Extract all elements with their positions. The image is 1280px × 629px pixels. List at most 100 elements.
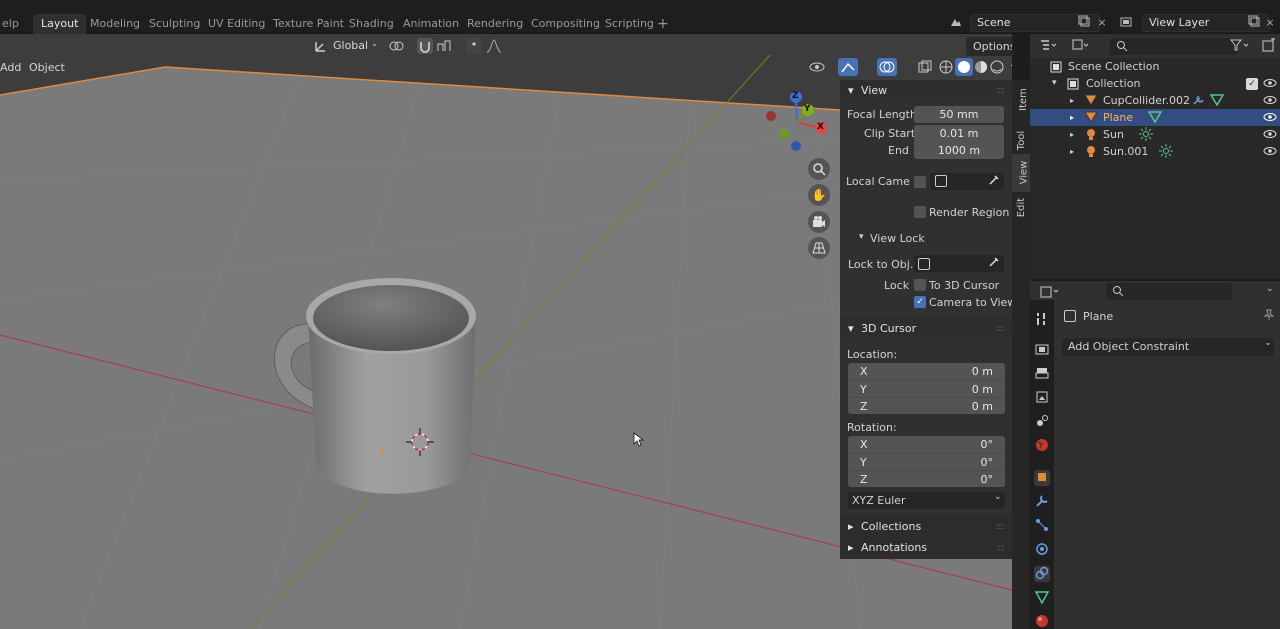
to-3d-cursor-checkbox[interactable] (914, 279, 926, 291)
location-x-field[interactable]: X 0 m (848, 363, 1005, 380)
add-workspace-button[interactable]: + (657, 14, 669, 34)
proportional-edit-icon[interactable]: • (466, 38, 482, 54)
shading-options-chevron-icon[interactable]: ⌄ (1009, 60, 1012, 70)
eyedropper-icon[interactable] (988, 174, 1000, 189)
outliner-item-sun[interactable]: ▸ Sun (1030, 126, 1280, 143)
object-properties-icon[interactable] (1034, 470, 1050, 486)
display-mode-icon[interactable] (1072, 39, 1090, 54)
particle-properties-icon[interactable] (1034, 518, 1050, 534)
visibility-eye-icon[interactable] (809, 60, 827, 77)
world-properties-icon[interactable] (1034, 438, 1050, 454)
rotation-z-field[interactable]: Z 0° (848, 470, 1005, 487)
location-y-field[interactable]: Y 0 m (848, 380, 1005, 397)
tab-texture-paint[interactable]: Texture Paint (265, 14, 352, 34)
material-shading-icon[interactable] (974, 60, 988, 77)
drag-handle-icon[interactable]: :::: (996, 80, 1005, 102)
gizmo-toggle-icon[interactable] (838, 58, 858, 76)
modifier-properties-icon[interactable] (1034, 494, 1050, 510)
render-region-checkbox[interactable] (914, 206, 926, 218)
local-camera-checkbox[interactable] (914, 176, 926, 188)
3d-cursor-section-header[interactable]: ▾ 3D Cursor :::: (840, 318, 1012, 340)
chevron-right-icon[interactable]: ▸ (1070, 126, 1074, 143)
camera-to-view-checkbox[interactable]: ✓ (914, 296, 926, 308)
tab-shading[interactable]: Shading (341, 14, 402, 34)
outliner-item-plane[interactable]: ▸ Plane (1030, 109, 1280, 126)
tab-sculpting[interactable]: Sculpting (141, 14, 208, 34)
new-collection-icon[interactable] (1262, 37, 1276, 55)
new-view-layer-icon[interactable] (1246, 15, 1262, 31)
filter-icon[interactable] (1229, 39, 1250, 54)
drag-handle-icon[interactable]: :::: (996, 318, 1005, 340)
eyedropper-icon[interactable] (988, 256, 1000, 271)
exclude-checkbox[interactable]: ✓ (1246, 78, 1258, 90)
chevron-down-icon[interactable]: ⌄ (1266, 284, 1274, 294)
zoom-icon[interactable] (808, 158, 830, 180)
xray-toggle-icon[interactable] (918, 60, 932, 77)
view-section-header[interactable]: ▾ View :::: (840, 80, 1012, 102)
chevron-right-icon[interactable]: ▸ (1070, 92, 1074, 109)
chevron-down-icon[interactable]: ▾ (1052, 75, 1057, 92)
rotation-y-field[interactable]: Y 0° (848, 453, 1005, 470)
outliner-scene-collection[interactable]: Scene Collection (1030, 58, 1280, 75)
tab-item[interactable]: Item (1012, 80, 1030, 120)
tab-modeling[interactable]: Modeling (82, 14, 148, 34)
collections-section-header[interactable]: ▸ Collections :::: (840, 516, 1012, 538)
scene-icon[interactable] (948, 15, 964, 31)
tool-properties-icon[interactable] (1034, 312, 1050, 328)
output-properties-icon[interactable] (1034, 366, 1050, 382)
orientation-dropdown[interactable]: Global ⌄ (333, 39, 381, 52)
render-properties-icon[interactable] (1034, 342, 1050, 358)
tab-layout[interactable]: Layout (33, 14, 87, 34)
solid-shading-icon[interactable] (955, 58, 973, 76)
gizmo-x-label[interactable]: X (817, 122, 824, 132)
rotation-mode-dropdown[interactable]: XYZ Euler ⌄ (848, 492, 1005, 509)
scene-properties-icon[interactable] (1034, 414, 1050, 430)
drag-handle-icon[interactable]: :::: (996, 537, 1005, 559)
properties-search-input[interactable] (1106, 283, 1232, 300)
tab-view[interactable]: View (1012, 154, 1030, 192)
rendered-shading-icon[interactable] (990, 60, 1004, 77)
outliner-collection[interactable]: ▾ Collection ✓ (1030, 75, 1280, 92)
outliner-item-sun-001[interactable]: ▸ Sun.001 (1030, 143, 1280, 160)
camera-view-icon[interactable] (808, 211, 830, 233)
tab-compositing[interactable]: Compositing (523, 14, 608, 34)
add-object-constraint-dropdown[interactable]: Add Object Constraint ⌄ (1062, 338, 1274, 356)
clip-start-field[interactable]: 0.01 m (914, 125, 1004, 142)
view-lock-title[interactable]: View Lock (870, 232, 925, 245)
object-menu[interactable]: Object (29, 61, 65, 74)
tab-scripting[interactable]: Scripting (597, 14, 662, 34)
close-view-layer-icon[interactable]: × (1262, 15, 1278, 31)
tab-animation[interactable]: Animation (395, 14, 467, 34)
chevron-down-icon[interactable]: ▾ (859, 232, 864, 242)
physics-properties-icon[interactable] (1034, 542, 1050, 558)
constraint-properties-icon[interactable] (1034, 566, 1050, 582)
chevron-right-icon[interactable]: ▸ (1070, 143, 1074, 160)
tab-uv-editing[interactable]: UV Editing (200, 14, 273, 34)
falloff-curve-icon[interactable] (486, 39, 502, 56)
mesh-data-properties-icon[interactable] (1034, 590, 1050, 606)
pivot-point-icon[interactable] (388, 39, 408, 56)
rotation-x-field[interactable]: X 0° (848, 436, 1005, 453)
material-properties-icon[interactable] (1034, 614, 1050, 629)
tab-edit[interactable]: Edit (1012, 192, 1030, 224)
help-menu[interactable]: elp (0, 14, 27, 34)
options-dropdown[interactable]: Options (966, 37, 1012, 56)
eye-icon[interactable] (1263, 145, 1277, 162)
gizmo-y-label[interactable]: Y (804, 104, 811, 114)
view-layer-properties-icon[interactable] (1034, 390, 1050, 406)
focal-length-field[interactable]: 50 mm (914, 106, 1004, 123)
snap-toggle-icon[interactable] (417, 38, 433, 54)
outliner-item-cupcollider[interactable]: ▸ CupCollider.002 (1030, 92, 1280, 109)
outliner-search-input[interactable] (1110, 38, 1238, 55)
add-menu[interactable]: Add (0, 61, 21, 74)
editor-type-icon[interactable] (1040, 39, 1058, 54)
pan-hand-icon[interactable]: ✋ (808, 184, 830, 206)
view-layer-icon[interactable] (1118, 15, 1134, 31)
annotations-section-header[interactable]: ▸ Annotations :::: (840, 537, 1012, 559)
new-scene-icon[interactable] (1076, 15, 1092, 31)
snap-target-icon[interactable] (436, 39, 456, 56)
drag-handle-icon[interactable]: :::: (996, 516, 1005, 538)
perspective-toggle-icon[interactable] (808, 237, 830, 259)
pin-icon[interactable] (1263, 309, 1275, 324)
close-scene-icon[interactable]: × (1094, 15, 1110, 31)
